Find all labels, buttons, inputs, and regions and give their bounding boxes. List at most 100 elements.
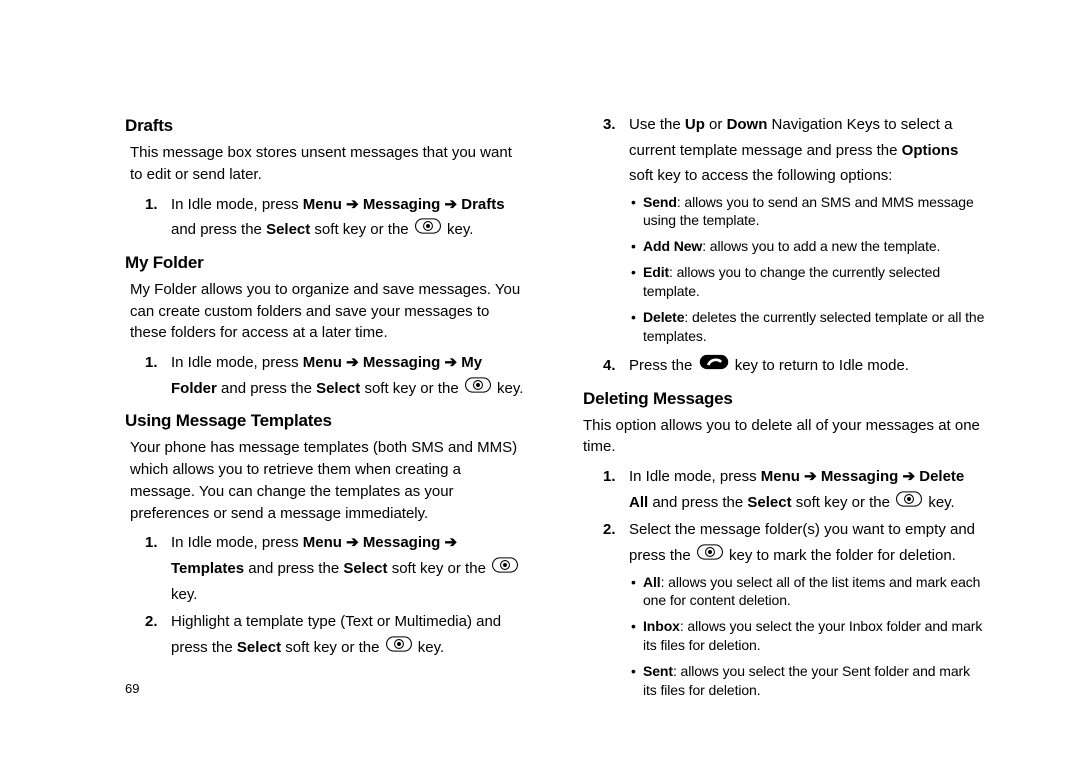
arrow-icon: ➔ (440, 534, 457, 551)
arrow-icon: ➔ (898, 468, 919, 485)
text: key to mark the folder for deletion. (725, 547, 956, 564)
drafts-step-1: In Idle mode, press Menu ➔ Messaging ➔ D… (125, 192, 527, 243)
text: Press the (629, 357, 697, 374)
text: : allows you to send an SMS and MMS mess… (643, 194, 974, 229)
arrow-icon: ➔ (342, 196, 363, 213)
text-bold: Messaging (363, 534, 441, 551)
text-bold: Edit (643, 264, 669, 280)
myfolder-intro: My Folder allows you to organize and sav… (125, 279, 527, 344)
drafts-steps: In Idle mode, press Menu ➔ Messaging ➔ D… (125, 192, 527, 243)
text: : allows you select all of the list item… (643, 574, 980, 609)
text: and press the (648, 494, 747, 511)
text-bold: Messaging (363, 354, 441, 371)
text-bold: Menu (303, 534, 342, 551)
ok-key-icon (491, 556, 519, 582)
arrow-icon: ➔ (342, 534, 363, 551)
text-bold: Menu (761, 468, 800, 485)
ok-key-icon (385, 635, 413, 661)
text: : deletes the currently selected templat… (643, 309, 984, 344)
text-bold: Messaging (821, 468, 899, 485)
text-bold: Delete (643, 309, 684, 325)
end-key-icon (698, 353, 730, 379)
text-bold: Inbox (643, 618, 680, 634)
arrow-icon: ➔ (800, 468, 821, 485)
templates-step-4: Press the key to return to Idle mode. (583, 353, 985, 379)
heading-drafts: Drafts (125, 116, 527, 136)
manual-page: Drafts This message box stores unsent me… (0, 0, 1080, 771)
text-bold: Down (727, 116, 768, 133)
text: and press the (217, 380, 316, 397)
text-bold: Templates (171, 560, 244, 577)
two-column-layout: Drafts This message box stores unsent me… (125, 112, 985, 710)
text: : allows you to change the currently sel… (643, 264, 940, 299)
text: In Idle mode, press (629, 468, 761, 485)
ok-key-icon (464, 376, 492, 402)
text-bold: Menu (303, 196, 342, 213)
text-bold: Add New (643, 238, 702, 254)
text: key. (414, 639, 445, 656)
arrow-icon: ➔ (342, 354, 363, 371)
myfolder-steps: In Idle mode, press Menu ➔ Messaging ➔ M… (125, 350, 527, 401)
text-bold: Select (266, 221, 310, 238)
right-column: Use the Up or Down Navigation Keys to se… (583, 112, 985, 710)
deleting-steps: In Idle mode, press Menu ➔ Messaging ➔ D… (583, 464, 985, 700)
deleting-intro: This option allows you to delete all of … (583, 415, 985, 459)
text: key. (171, 586, 197, 603)
text: Use the (629, 116, 685, 133)
text-bold: Messaging (363, 196, 441, 213)
bullet-inbox: Inbox: allows you select the your Inbox … (583, 617, 985, 655)
text: : allows you to add a new the template. (702, 238, 940, 254)
page-number: 69 (125, 681, 139, 696)
text-bold: All (643, 574, 661, 590)
bullet-all: All: allows you select all of the list i… (583, 573, 985, 611)
templates-step-2: Highlight a template type (Text or Multi… (125, 609, 527, 660)
text: In Idle mode, press (171, 196, 303, 213)
bullet-addnew: Add New: allows you to add a new the tem… (583, 237, 985, 256)
text-bold: Select (343, 560, 387, 577)
heading-templates: Using Message Templates (125, 411, 527, 431)
text-bold: Up (685, 116, 705, 133)
text: soft key or the (792, 494, 895, 511)
text-bold: Menu (303, 354, 342, 371)
text: key to return to Idle mode. (731, 357, 909, 374)
text: soft key or the (388, 560, 491, 577)
options-bullets: Send: allows you to send an SMS and MMS … (583, 193, 985, 346)
text: : allows you select the your Inbox folde… (643, 618, 982, 653)
text-bold: Select (237, 639, 281, 656)
text-bold: Sent (643, 663, 673, 679)
deleting-step-1: In Idle mode, press Menu ➔ Messaging ➔ D… (583, 464, 985, 515)
ok-key-icon (414, 217, 442, 243)
myfolder-step-1: In Idle mode, press Menu ➔ Messaging ➔ M… (125, 350, 527, 401)
text-bold: Send (643, 194, 677, 210)
bullet-edit: Edit: allows you to change the currently… (583, 263, 985, 301)
text-bold: Options (902, 142, 959, 159)
folder-bullets: All: allows you select all of the list i… (583, 573, 985, 700)
text-bold: Select (747, 494, 791, 511)
ok-key-icon (696, 543, 724, 569)
text: : allows you select the your Sent folder… (643, 663, 970, 698)
bullet-sent: Sent: allows you select the your Sent fo… (583, 662, 985, 700)
text-bold: Select (316, 380, 360, 397)
text-bold: Drafts (461, 196, 504, 213)
text: and press the (244, 560, 343, 577)
bullet-send: Send: allows you to send an SMS and MMS … (583, 193, 985, 231)
templates-step-1: In Idle mode, press Menu ➔ Messaging ➔ T… (125, 530, 527, 607)
text: key. (924, 494, 955, 511)
arrow-icon: ➔ (440, 196, 461, 213)
text: In Idle mode, press (171, 354, 303, 371)
templates-steps-continued: Use the Up or Down Navigation Keys to se… (583, 112, 985, 379)
arrow-icon: ➔ (440, 354, 461, 371)
templates-steps: In Idle mode, press Menu ➔ Messaging ➔ T… (125, 530, 527, 660)
templates-intro: Your phone has message templates (both S… (125, 437, 527, 524)
text: soft key to access the following options… (629, 167, 892, 184)
text: key. (493, 380, 524, 397)
text: key. (443, 221, 474, 238)
heading-myfolder: My Folder (125, 253, 527, 273)
ok-key-icon (895, 490, 923, 516)
text: soft key or the (281, 639, 384, 656)
bullet-delete: Delete: deletes the currently selected t… (583, 308, 985, 346)
left-column: Drafts This message box stores unsent me… (125, 112, 527, 710)
text: and press the (171, 221, 266, 238)
drafts-intro: This message box stores unsent messages … (125, 142, 527, 186)
text: or (705, 116, 727, 133)
